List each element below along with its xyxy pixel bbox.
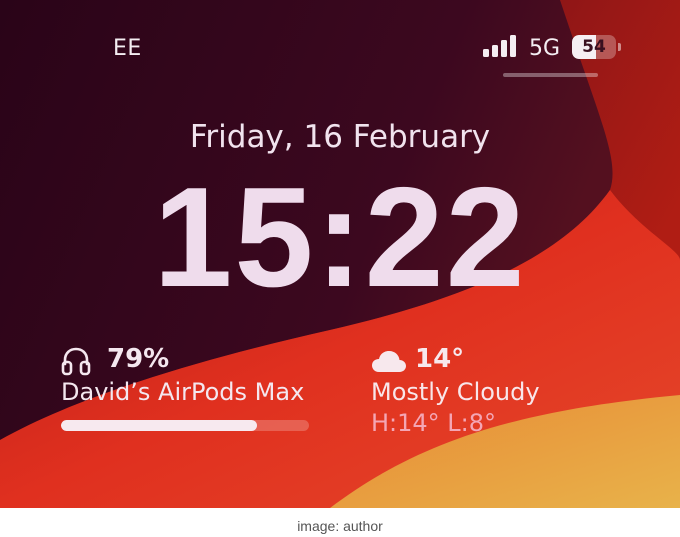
image-caption: image: author (297, 518, 383, 534)
signal-strength-icon (483, 35, 516, 57)
carrier-label: EE (113, 36, 142, 61)
airpods-battery-percent: 79% (107, 344, 170, 374)
control-center-indicator[interactable] (503, 73, 598, 77)
lock-screen: EE 5G 54 Friday, 16 February 15:22 79% D… (0, 0, 680, 508)
lock-screen-date: Friday, 16 February (189, 119, 491, 155)
network-type-label: 5G (529, 36, 561, 61)
headphones-icon (61, 347, 91, 376)
battery-cap (618, 43, 621, 51)
weather-high-low: H:14° L:8° (371, 409, 497, 437)
cloud-icon (372, 351, 406, 372)
battery-percentage: 54 (582, 37, 606, 57)
airpods-battery-bar (61, 420, 309, 431)
lock-screen-clock[interactable]: 15:22 (0, 158, 680, 318)
status-bar: EE 5G 54 (0, 0, 680, 95)
weather-temperature: 14° (415, 344, 465, 374)
airpods-device-name: David’s AirPods Max (61, 378, 305, 406)
battery-body: 54 (572, 35, 616, 59)
airpods-battery-bar-fill (61, 420, 257, 431)
battery-indicator: 54 (572, 35, 622, 59)
weather-condition: Mostly Cloudy (371, 378, 540, 406)
